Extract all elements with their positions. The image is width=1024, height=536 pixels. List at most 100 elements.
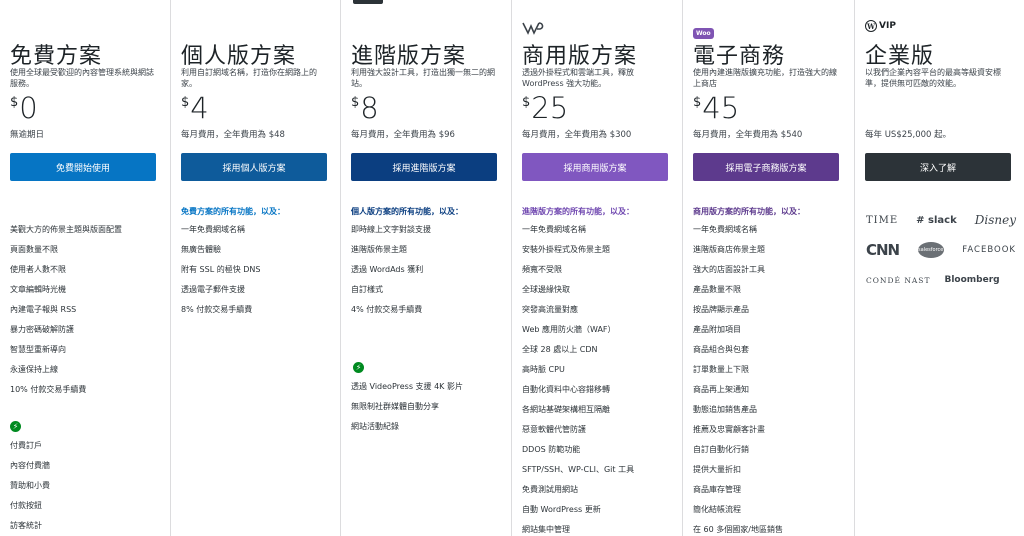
feature-item: 內容付費牆 bbox=[10, 461, 50, 470]
choose-premium-button[interactable]: 採用進階版方案 bbox=[351, 153, 497, 181]
price-note: 每月費用，全年費用為 $96 bbox=[351, 130, 455, 140]
feature-item: 無限制社群媒體自動分享 bbox=[351, 402, 439, 411]
feature-item: 產品數量不限 bbox=[693, 285, 741, 294]
wordpress-icon: W bbox=[865, 20, 877, 32]
choose-ecommerce-button[interactable]: 採用電子商務版方案 bbox=[693, 153, 839, 181]
plan-price: $ 4 bbox=[181, 92, 209, 124]
wp-business-logo bbox=[522, 20, 546, 38]
feature-item: 付費訂戶 bbox=[10, 441, 42, 450]
feature-item: 安裝外掛程式及佈景主題 bbox=[522, 245, 610, 254]
feature-item: 強大的店面設計工具 bbox=[693, 265, 765, 274]
features-heading: 個人版方案的所有功能，以及： bbox=[351, 207, 463, 216]
feature-item: 全球 28 處以上 CDN bbox=[522, 345, 598, 354]
feature-item: 永遠保持上線 bbox=[10, 365, 58, 374]
feature-item: 自訂自動化行銷 bbox=[693, 445, 749, 454]
time-logo: TIME bbox=[866, 214, 899, 226]
currency-symbol: $ bbox=[522, 95, 531, 110]
learn-more-button[interactable]: 深入了解 bbox=[865, 153, 1011, 181]
wp-vip-logo: W VIP bbox=[865, 20, 896, 38]
feature-item: 自動 WordPress 更新 bbox=[522, 505, 601, 514]
features-heading: 免費方案的所有功能，以及： bbox=[181, 207, 285, 216]
start-free-button[interactable]: 免費開始使用 bbox=[10, 153, 156, 181]
plan-description: 使用內建進階版擴充功能，打造強大的線上商店 bbox=[693, 68, 837, 88]
customer-logos: TIME # slack Disney CNN salesforce FACEB… bbox=[866, 205, 1016, 295]
feature-item: 美觀大方的佈景主題與版面配置 bbox=[10, 225, 122, 234]
plan-price: $ 0 bbox=[10, 92, 38, 124]
feature-item: 訪客統計 bbox=[10, 521, 42, 530]
plan-price: $ 8 bbox=[351, 92, 379, 124]
feature-item: 即時線上文字對談支援 bbox=[351, 225, 431, 234]
feature-item: 提供大量折扣 bbox=[693, 465, 741, 474]
feature-item: 商品再上架通知 bbox=[693, 385, 749, 394]
features-heading: 商用版方案的所有功能，以及： bbox=[693, 207, 805, 216]
feature-item: Web 應用防火牆（WAF） bbox=[522, 325, 616, 334]
plan-ecommerce: Woo 電子商務 使用內建進階版擴充功能，打造強大的線上商店 $ 45 每月費用… bbox=[682, 0, 854, 536]
plan-free: 免費方案 使用全球最受歡迎的內容管理系統與網誌服務。 $ 0 無逾期日 免費開始… bbox=[0, 0, 170, 536]
choose-business-button[interactable]: 採用商用版方案 bbox=[522, 153, 668, 181]
feature-item: 進階版商店佈景主題 bbox=[693, 245, 765, 254]
feature-item: 商品組合與包套 bbox=[693, 345, 749, 354]
price-note: 每月費用，全年費用為 $300 bbox=[522, 130, 632, 140]
feature-item: 頻寬不受限 bbox=[522, 265, 562, 274]
feature-item: 文章編輯時光機 bbox=[10, 285, 66, 294]
feature-item: 附有 SSL 的極快 DNS bbox=[181, 265, 261, 274]
feature-item: 推薦及忠實顧客計畫 bbox=[693, 425, 765, 434]
plan-premium: 進階版方案 利用強大設計工具，打造出獨一無二的網站。 $ 8 每月費用，全年費用… bbox=[340, 0, 511, 536]
extra-feature-list: 付費訂戶 內容付費牆 贊助和小費 付款按鈕 訪客統計 bbox=[10, 436, 50, 536]
feature-item: 全球邊緣快取 bbox=[522, 285, 570, 294]
lightning-bolt-icon: ⚡ bbox=[10, 421, 21, 432]
slack-wordmark: slack bbox=[928, 214, 957, 226]
currency-symbol: $ bbox=[181, 95, 190, 110]
facebook-logo: FACEBOOK bbox=[962, 245, 1016, 255]
feature-item: 一年免費網域名稱 bbox=[693, 225, 757, 234]
feature-item: 透過 WordAds 獲利 bbox=[351, 265, 424, 274]
feature-item: 透過 VideoPress 支援 4K 影片 bbox=[351, 382, 463, 391]
price-amount: 25 bbox=[531, 91, 569, 125]
feature-item: 贊助和小費 bbox=[10, 481, 50, 490]
feature-list: 一年免費網域名稱 無廣告體驗 附有 SSL 的極快 DNS 透過電子郵件支援 8… bbox=[181, 220, 260, 320]
plan-description: 使用全球最受歡迎的內容管理系統與網誌服務。 bbox=[10, 68, 154, 88]
woo-logo: Woo bbox=[693, 20, 714, 39]
choose-personal-button[interactable]: 採用個人版方案 bbox=[181, 153, 327, 181]
price-amount: 4 bbox=[190, 91, 209, 125]
feature-item: 網站集中管理 bbox=[522, 525, 570, 534]
plan-description: 利用強大設計工具，打造出獨一無二的網站。 bbox=[351, 68, 495, 88]
plan-description: 利用自訂網域名稱，打造你在網路上的家。 bbox=[181, 68, 317, 88]
feature-item: 暴力密碼破解防護 bbox=[10, 325, 74, 334]
top-tab-marker bbox=[353, 0, 383, 4]
plan-personal: 個人版方案 利用自訂網域名稱，打造你在網路上的家。 $ 4 每月費用，全年費用為… bbox=[170, 0, 340, 536]
feature-item: 各網站基礎架構相互隔離 bbox=[522, 405, 610, 414]
slack-logo: # slack bbox=[916, 215, 957, 226]
feature-item: 自動化資料中心容錯移轉 bbox=[522, 385, 610, 394]
features-heading: 進階版方案的所有功能，以及： bbox=[522, 207, 634, 216]
feature-item: SFTP/SSH、WP-CLI、Git 工具 bbox=[522, 465, 635, 474]
feature-list: 美觀大方的佈景主題與版面配置 頁面數量不限 使用者人數不限 文章編輯時光機 內建… bbox=[10, 220, 122, 400]
plan-description: 透過外掛程式和雲端工具，釋放 WordPress 強大功能。 bbox=[522, 68, 634, 88]
price-note: 每月費用，全年費用為 $540 bbox=[693, 130, 803, 140]
feature-item: 4% 付款交易手續費 bbox=[351, 305, 423, 314]
feature-item: DDOS 防範功能 bbox=[522, 445, 581, 454]
feature-item: 使用者人數不限 bbox=[10, 265, 66, 274]
feature-item: 一年免費網域名稱 bbox=[522, 225, 586, 234]
salesforce-logo: salesforce bbox=[917, 242, 944, 258]
feature-item: 惡意軟體代管防護 bbox=[522, 425, 586, 434]
feature-item: 10% 付款交易手續費 bbox=[10, 385, 87, 394]
feature-item: 簡化結帳流程 bbox=[693, 505, 741, 514]
feature-list: 即時線上文字對談支援 進階版佈景主題 透過 WordAds 獲利 自訂樣式 4%… bbox=[351, 220, 431, 320]
currency-symbol: $ bbox=[10, 95, 19, 110]
feature-item: 自訂樣式 bbox=[351, 285, 383, 294]
plan-title: 免費方案 bbox=[10, 44, 103, 69]
disney-logo: Disney bbox=[974, 213, 1016, 227]
plan-description: 以我們企業內容平台的最高等級資安標準，提供無可匹敵的效能。 bbox=[865, 68, 1001, 88]
feature-item: 高時脈 CPU bbox=[522, 365, 565, 374]
feature-item: 內建電子報與 RSS bbox=[10, 305, 77, 314]
currency-symbol: $ bbox=[693, 95, 702, 110]
bloomberg-logo: Bloomberg bbox=[944, 275, 1000, 285]
pricing-plans: 免費方案 使用全球最受歡迎的內容管理系統與網誌服務。 $ 0 無逾期日 免費開始… bbox=[0, 0, 1024, 536]
plan-title: 企業版 bbox=[865, 44, 935, 69]
feature-item: 按品牌顯示產品 bbox=[693, 305, 749, 314]
feature-list: 一年免費網域名稱 安裝外掛程式及佈景主題 頻寬不受限 全球邊緣快取 突發高流量對… bbox=[522, 220, 634, 536]
logo-row: TIME # slack Disney bbox=[866, 205, 1016, 235]
plan-price: $ 45 bbox=[693, 92, 739, 124]
lightning-bolt-icon: ⚡ bbox=[353, 362, 364, 373]
